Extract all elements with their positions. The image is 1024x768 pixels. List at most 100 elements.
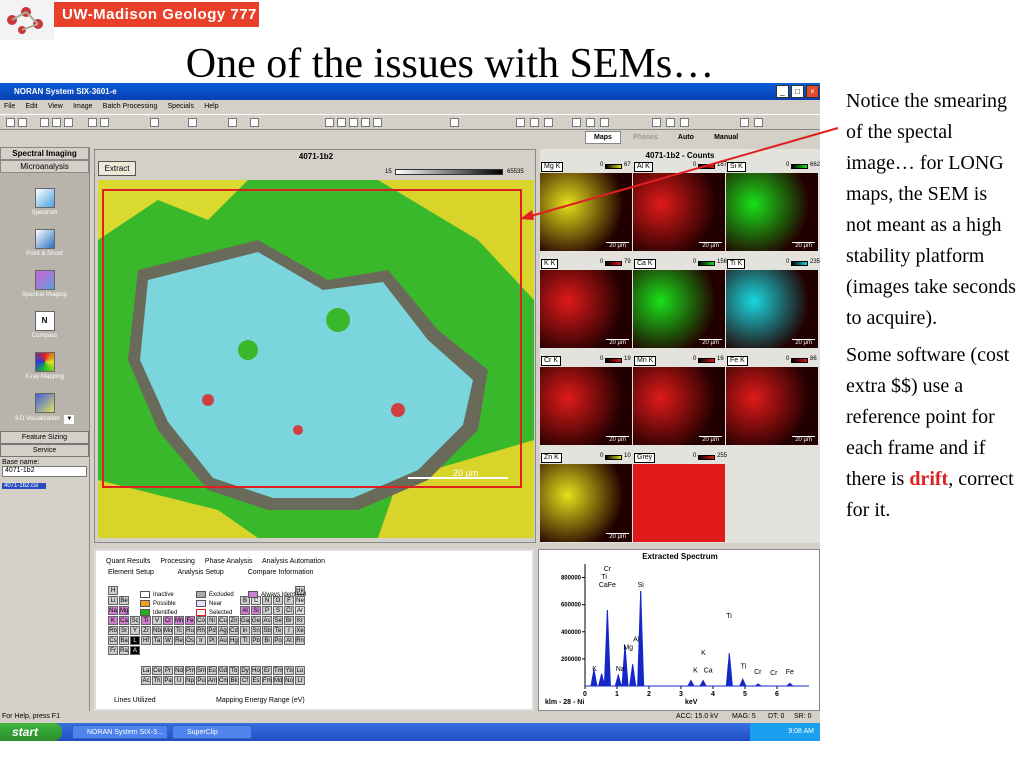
arrow-both-icon[interactable]	[544, 118, 553, 127]
element-map-tile[interactable]: Mn K 0 16 20 µm	[633, 355, 725, 447]
element-cell[interactable]: Tb	[229, 666, 239, 675]
tab-phase-analysis[interactable]: Phase Analysis	[205, 558, 252, 565]
minimize-button[interactable]: _	[776, 85, 789, 98]
element-map-tile[interactable]: Ca K 0 156 20 µm	[633, 258, 727, 350]
element-cell[interactable]: Au	[218, 636, 228, 645]
element-cell[interactable]: Nb	[152, 626, 162, 635]
element-cell[interactable]: Y	[130, 626, 140, 635]
arrow-up-icon[interactable]	[586, 118, 595, 127]
element-cell[interactable]: P	[262, 606, 272, 615]
element-cell[interactable]: Be	[119, 596, 129, 605]
menu-specials[interactable]: Specials	[168, 103, 194, 110]
element-map-tile[interactable]: Fe K 0 86 20 µm	[726, 355, 818, 447]
cut-icon[interactable]	[40, 118, 49, 127]
task-noran[interactable]: NORAN System SIX-3...	[72, 725, 168, 739]
element-cell[interactable]: K	[108, 616, 118, 625]
element-cell[interactable]: Sr	[119, 626, 129, 635]
element-cell[interactable]: At	[284, 636, 294, 645]
element-cell[interactable]: Cf	[240, 676, 250, 685]
sidebar-item-3d-visualization[interactable]: 3-D Visualization ▼	[0, 390, 89, 431]
element-cell[interactable]: Kr	[295, 616, 305, 625]
arrow-left-icon[interactable]	[530, 118, 539, 127]
print-icon[interactable]	[88, 118, 97, 127]
element-cell[interactable]: Cd	[229, 626, 239, 635]
element-cell[interactable]: Am	[207, 676, 217, 685]
element-cell[interactable]: W	[163, 636, 173, 645]
maximize-button[interactable]: □	[791, 85, 804, 98]
element-cell[interactable]: Pb	[251, 636, 261, 645]
file-list-item[interactable]: 4071-1b2.csi	[2, 483, 46, 489]
element-cell[interactable]: Hg	[229, 636, 239, 645]
element-cell[interactable]: Li	[108, 596, 118, 605]
element-cell[interactable]: Nd	[174, 666, 184, 675]
element-cell[interactable]: Zn	[229, 616, 239, 625]
element-cell[interactable]: Os	[185, 636, 195, 645]
menu-edit[interactable]: Edit	[26, 103, 38, 110]
element-cell[interactable]: Md	[273, 676, 283, 685]
element-cell[interactable]: Cm	[218, 676, 228, 685]
extract-button[interactable]: Extract	[98, 161, 136, 176]
element-cell[interactable]: Se	[273, 616, 283, 625]
zoom-out-icon[interactable]	[666, 118, 675, 127]
element-map-tile[interactable]: Mg K 0 67 20 µm	[540, 161, 632, 253]
element-map-tile[interactable]: Grey 0 255	[633, 452, 727, 544]
point-icon[interactable]	[361, 118, 370, 127]
element-cell[interactable]: Cs	[108, 636, 118, 645]
element-cell[interactable]: Lr	[295, 676, 305, 685]
element-cell[interactable]: Pm	[185, 666, 195, 675]
element-cell[interactable]: Gd	[218, 666, 228, 675]
element-cell[interactable]: Re	[174, 636, 184, 645]
element-cell[interactable]: Sb	[262, 626, 272, 635]
element-map-tile[interactable]: Zn K 0 10 20 µm	[540, 452, 632, 544]
feature-sizing-button[interactable]: Feature Sizing	[0, 431, 89, 444]
element-cell[interactable]: Pd	[207, 626, 217, 635]
element-cell[interactable]: Yb	[284, 666, 294, 675]
element-cell[interactable]: Ra	[119, 646, 129, 655]
element-cell[interactable]: Ho	[251, 666, 261, 675]
element-cell[interactable]: Ar	[295, 606, 305, 615]
element-cell[interactable]: Si	[251, 606, 261, 615]
element-cell[interactable]: S	[273, 606, 283, 615]
element-map-tile[interactable]: Ti K 0 235 20 µm	[726, 258, 820, 350]
element-cell[interactable]: Mg	[119, 606, 129, 615]
menu-batch[interactable]: Batch Processing	[103, 103, 157, 110]
tab-processing[interactable]: Processing	[160, 558, 195, 565]
tab-phases[interactable]: Phases	[625, 132, 666, 143]
element-map-tile[interactable]: Cr K 0 19 20 µm	[540, 355, 632, 447]
element-cell[interactable]: I	[284, 626, 294, 635]
help-icon[interactable]	[150, 118, 159, 127]
menu-image[interactable]: Image	[73, 103, 92, 110]
element-cell[interactable]: Bi	[262, 636, 272, 645]
element-cell[interactable]: H	[108, 586, 118, 595]
element-cell[interactable]: V	[152, 616, 162, 625]
element-cell[interactable]: Sm	[196, 666, 206, 675]
element-cell[interactable]: No	[284, 676, 294, 685]
element-cell[interactable]: Tc	[174, 626, 184, 635]
sidebar-item-spectral-imaging[interactable]: Spectral Imaging	[0, 267, 89, 308]
element-cell[interactable]: Ge	[251, 616, 261, 625]
element-cell[interactable]: Th	[152, 676, 162, 685]
element-cell[interactable]: Ta	[152, 636, 162, 645]
element-cell[interactable]: Ir	[196, 636, 206, 645]
tab-element-setup[interactable]: Element Setup	[108, 569, 154, 576]
element-cell[interactable]: Na	[108, 606, 118, 615]
element-cell[interactable]: Sc	[130, 616, 140, 625]
report-icon[interactable]	[754, 118, 763, 127]
element-cell[interactable]: Dy	[240, 666, 250, 675]
element-cell[interactable]: Rh	[196, 626, 206, 635]
element-cell[interactable]: Pt	[207, 636, 217, 645]
chevron-down-icon[interactable]: ▼	[64, 415, 75, 424]
sidebar-subheader[interactable]: Microanalysis	[0, 160, 89, 173]
element-cell[interactable]: Ru	[185, 626, 195, 635]
zoom-in-icon[interactable]	[652, 118, 661, 127]
element-cell[interactable]: Hf	[141, 636, 151, 645]
spectrum-chart[interactable]: 2000004000006000008000000 1 2 3 4 5 6CrTiCaFe S…	[539, 550, 820, 712]
element-cell[interactable]: Cl	[284, 606, 294, 615]
service-button[interactable]: Service	[0, 444, 89, 457]
close-button[interactable]: ×	[806, 85, 819, 98]
element-cell[interactable]: Zr	[141, 626, 151, 635]
element-cell[interactable]: Es	[251, 676, 261, 685]
stop-icon[interactable]	[228, 118, 237, 127]
element-cell[interactable]: La	[141, 666, 151, 675]
sidebar-item-spectrum[interactable]: Spectrum	[0, 185, 89, 226]
